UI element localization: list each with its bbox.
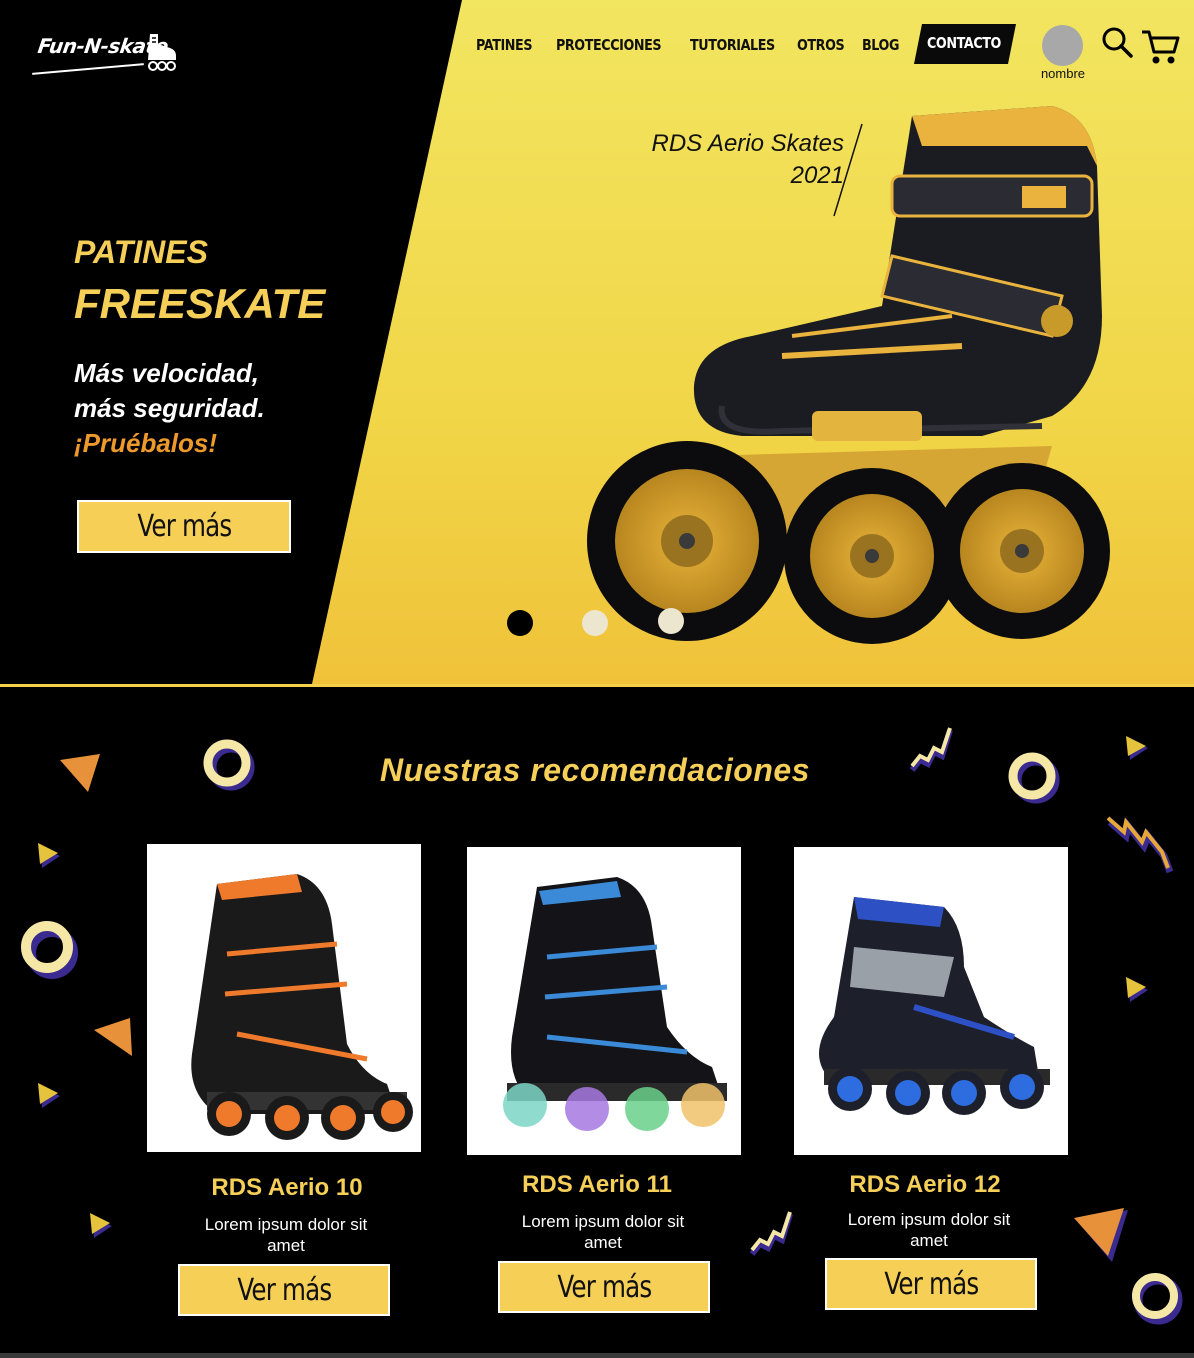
ring-decoration — [1132, 1273, 1183, 1325]
product-image-1[interactable] — [147, 844, 421, 1152]
user-name: nombre — [1040, 66, 1086, 81]
skate-image-blue — [503, 877, 727, 1131]
triangle-decoration — [38, 843, 60, 868]
logo-underline — [32, 63, 144, 75]
cart-icon[interactable] — [1140, 28, 1180, 68]
recommendations-title: Nuestras recomendaciones — [380, 752, 810, 788]
product-desc-3: Lorem ipsum dolor sit amet — [847, 1210, 1011, 1250]
button-label: Ver más — [236, 1272, 332, 1308]
user-avatar[interactable] — [1042, 25, 1083, 66]
nav-label: BLOG — [862, 36, 900, 54]
product-desc-2: Lorem ipsum dolor sit amet — [521, 1212, 685, 1252]
product-name-1: RDS Aerio 10 — [211, 1174, 363, 1201]
ring-decoration — [1008, 752, 1060, 804]
nav-item-patines[interactable]: PATINES — [476, 26, 542, 64]
nav-label: PATINES — [476, 36, 533, 54]
button-label: Ver más — [556, 1269, 652, 1305]
contact-label: CONTACTO — [927, 34, 1001, 52]
zigzag-decoration — [749, 1211, 793, 1256]
search-icon[interactable] — [1100, 26, 1134, 60]
brand-logo[interactable]: Fun-N-skate — [32, 28, 180, 76]
triangle-decoration — [94, 1018, 132, 1056]
product-ver-mas-button-2[interactable]: Ver más — [498, 1261, 710, 1313]
skate-logo-icon — [148, 34, 176, 71]
footer-divider — [0, 1353, 1194, 1358]
triangle-decoration — [90, 1213, 112, 1238]
zigzag-decoration — [1106, 816, 1174, 874]
triangle-decoration — [1074, 1208, 1128, 1262]
triangle-decoration — [60, 754, 100, 792]
ring-decoration — [21, 921, 78, 979]
hero-divider — [0, 684, 1194, 687]
nav-label: PROTECCIONES — [556, 36, 662, 54]
skate-image-orange — [191, 874, 413, 1140]
hero-subtitle-line2: más seguridad. — [74, 393, 265, 423]
nav-label: TUTORIALES — [690, 36, 775, 54]
triangle-decoration — [1126, 736, 1148, 760]
nav-item-blog[interactable]: BLOG — [862, 26, 906, 64]
product-name-3: RDS Aerio 12 — [849, 1171, 1001, 1198]
product-image-2[interactable] — [467, 847, 741, 1155]
carousel-dot-3[interactable] — [658, 608, 684, 634]
hero-banner: Fun-N-skate PATINES PROTECCIONES TUTORIA… — [0, 0, 1194, 684]
button-label: Ver más — [883, 1266, 979, 1302]
product-desc-1: Lorem ipsum dolor sit amet — [204, 1215, 368, 1255]
triangle-decoration — [38, 1083, 60, 1108]
product-name-2: RDS Aerio 11 — [522, 1171, 672, 1198]
product-ver-mas-button-3[interactable]: Ver más — [825, 1258, 1037, 1310]
product-image-3[interactable] — [794, 847, 1068, 1155]
nav-item-tutoriales[interactable]: TUTORIALES — [690, 26, 790, 64]
nav-item-contacto[interactable]: CONTACTO — [914, 24, 1016, 64]
hero-ver-mas-button[interactable]: Ver más — [77, 500, 291, 553]
ring-decoration — [203, 739, 255, 791]
nav-item-protecciones[interactable]: PROTECCIONES — [556, 26, 680, 64]
hero-subtitle-line3: ¡Pruébalos! — [74, 428, 218, 458]
product-ver-mas-button-1[interactable]: Ver más — [178, 1264, 390, 1316]
hero-subtitle-line1: Más velocidad, — [74, 358, 259, 388]
carousel-dot-1[interactable] — [507, 610, 533, 636]
hero-title-line1: PATINES — [74, 234, 208, 270]
carousel-dot-2[interactable] — [582, 610, 608, 636]
nav-label: OTROS — [797, 36, 845, 54]
hero-title-line2: FREESKATE — [74, 280, 326, 327]
skate-image-silver-blue — [819, 897, 1050, 1115]
button-label: Ver más — [136, 509, 232, 544]
hero-skate-image — [587, 106, 1110, 644]
zigzag-decoration — [909, 727, 953, 772]
triangle-decoration — [1126, 977, 1148, 1002]
nav-item-otros[interactable]: OTROS — [797, 26, 853, 64]
